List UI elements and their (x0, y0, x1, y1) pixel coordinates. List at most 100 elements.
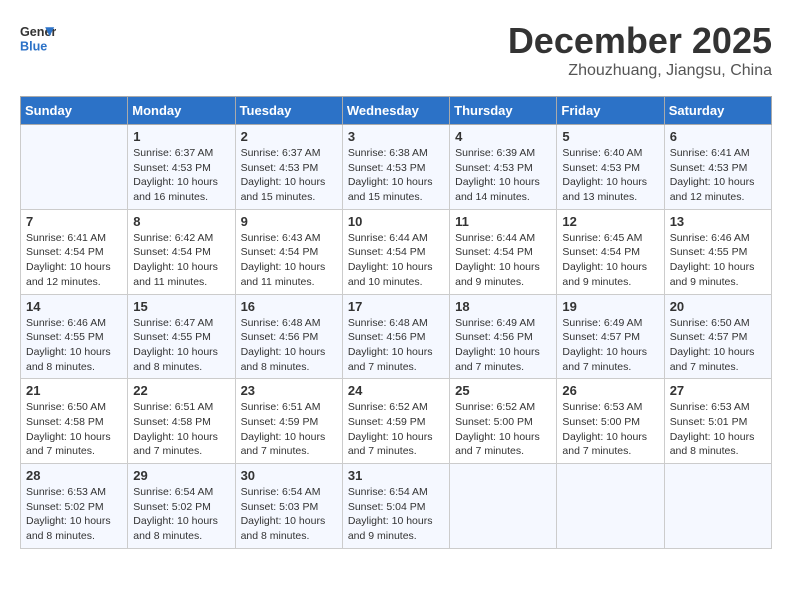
calendar-cell: 11Sunrise: 6:44 AMSunset: 4:54 PMDayligh… (450, 209, 557, 294)
weekday-header: Wednesday (342, 97, 449, 125)
day-info: Sunrise: 6:50 AMSunset: 4:58 PMDaylight:… (26, 400, 122, 459)
calendar-cell: 29 Sunrise: 6:54 AMSunset: 5:02 PMDayligh… (128, 464, 235, 549)
calendar-cell: 23 Sunrise: 6:51 AMSunset: 4:59 PMDayligh… (235, 379, 342, 464)
calendar-week-row: 21 Sunrise: 6:50 AMSunset: 4:58 PMDayligh… (21, 379, 772, 464)
day-number: 21 (26, 383, 122, 398)
calendar-cell: 7 Sunrise: 6:41 AMSunset: 4:54 PMDaylight… (21, 209, 128, 294)
day-number: 25 (455, 383, 551, 398)
calendar-cell: 19Sunrise: 6:49 AMSunset: 4:57 PMDayligh… (557, 294, 664, 379)
day-info: Sunrise: 6:53 AMSunset: 5:02 PMDaylight:… (26, 485, 122, 544)
calendar-cell: 15 Sunrise: 6:47 AMSunset: 4:55 PMDayligh… (128, 294, 235, 379)
calendar-cell: 4 Sunrise: 6:39 AMSunset: 4:53 PMDaylight… (450, 125, 557, 210)
weekday-header: Tuesday (235, 97, 342, 125)
weekday-header: Monday (128, 97, 235, 125)
month-title: December 2025 (508, 20, 772, 62)
day-info: Sunrise: 6:49 AMSunset: 4:57 PMDaylight:… (562, 316, 658, 375)
day-number: 9 (241, 214, 337, 229)
weekday-header: Friday (557, 97, 664, 125)
calendar-cell: 18 Sunrise: 6:49 AMSunset: 4:56 PMDayligh… (450, 294, 557, 379)
calendar-cell: 22 Sunrise: 6:51 AMSunset: 4:58 PMDayligh… (128, 379, 235, 464)
calendar-cell: 8 Sunrise: 6:42 AMSunset: 4:54 PMDaylight… (128, 209, 235, 294)
day-number: 1 (133, 129, 229, 144)
day-number: 4 (455, 129, 551, 144)
day-info: Sunrise: 6:47 AMSunset: 4:55 PMDaylight:… (133, 316, 229, 375)
day-number: 31 (348, 468, 444, 483)
calendar-header-row: SundayMondayTuesdayWednesdayThursdayFrid… (21, 97, 772, 125)
day-info: Sunrise: 6:38 AMSunset: 4:53 PMDaylight:… (348, 146, 444, 205)
day-number: 29 (133, 468, 229, 483)
calendar-cell: 5 Sunrise: 6:40 AMSunset: 4:53 PMDaylight… (557, 125, 664, 210)
day-number: 8 (133, 214, 229, 229)
day-number: 15 (133, 299, 229, 314)
day-info: Sunrise: 6:53 AMSunset: 5:00 PMDaylight:… (562, 400, 658, 459)
calendar-cell: 2 Sunrise: 6:37 AMSunset: 4:53 PMDaylight… (235, 125, 342, 210)
day-info: Sunrise: 6:54 AMSunset: 5:04 PMDaylight:… (348, 485, 444, 544)
day-info: Sunrise: 6:46 AMSunset: 4:55 PMDaylight:… (670, 231, 766, 290)
calendar-cell: 12Sunrise: 6:45 AMSunset: 4:54 PMDayligh… (557, 209, 664, 294)
day-info: Sunrise: 6:42 AMSunset: 4:54 PMDaylight:… (133, 231, 229, 290)
day-number: 18 (455, 299, 551, 314)
day-number: 13 (670, 214, 766, 229)
day-info: Sunrise: 6:46 AMSunset: 4:55 PMDaylight:… (26, 316, 122, 375)
day-number: 12 (562, 214, 658, 229)
day-number: 7 (26, 214, 122, 229)
calendar-cell: 16 Sunrise: 6:48 AMSunset: 4:56 PMDayligh… (235, 294, 342, 379)
day-info: Sunrise: 6:40 AMSunset: 4:53 PMDaylight:… (562, 146, 658, 205)
day-info: Sunrise: 6:41 AMSunset: 4:54 PMDaylight:… (26, 231, 122, 290)
day-number: 5 (562, 129, 658, 144)
calendar-cell: 3Sunrise: 6:38 AMSunset: 4:53 PMDaylight… (342, 125, 449, 210)
calendar-cell: 21 Sunrise: 6:50 AMSunset: 4:58 PMDayligh… (21, 379, 128, 464)
calendar-cell (450, 464, 557, 549)
page-header: General Blue December 2025 Zhouzhuang, J… (20, 20, 772, 80)
calendar-week-row: 7 Sunrise: 6:41 AMSunset: 4:54 PMDaylight… (21, 209, 772, 294)
location: Zhouzhuang, Jiangsu, China (508, 62, 772, 80)
calendar-cell: 14 Sunrise: 6:46 AMSunset: 4:55 PMDayligh… (21, 294, 128, 379)
day-number: 11 (455, 214, 551, 229)
day-info: Sunrise: 6:39 AMSunset: 4:53 PMDaylight:… (455, 146, 551, 205)
day-info: Sunrise: 6:54 AMSunset: 5:03 PMDaylight:… (241, 485, 337, 544)
calendar-cell (21, 125, 128, 210)
day-number: 14 (26, 299, 122, 314)
calendar-cell: 17Sunrise: 6:48 AMSunset: 4:56 PMDayligh… (342, 294, 449, 379)
calendar-cell: 1 Sunrise: 6:37 AMSunset: 4:53 PMDaylight… (128, 125, 235, 210)
day-info: Sunrise: 6:48 AMSunset: 4:56 PMDaylight:… (348, 316, 444, 375)
logo: General Blue (20, 20, 60, 56)
calendar-cell (664, 464, 771, 549)
weekday-header: Sunday (21, 97, 128, 125)
calendar-cell: 28 Sunrise: 6:53 AMSunset: 5:02 PMDayligh… (21, 464, 128, 549)
day-number: 26 (562, 383, 658, 398)
day-info: Sunrise: 6:44 AMSunset: 4:54 PMDaylight:… (348, 231, 444, 290)
day-number: 16 (241, 299, 337, 314)
day-number: 23 (241, 383, 337, 398)
day-info: Sunrise: 6:49 AMSunset: 4:56 PMDaylight:… (455, 316, 551, 375)
day-info: Sunrise: 6:48 AMSunset: 4:56 PMDaylight:… (241, 316, 337, 375)
weekday-header: Saturday (664, 97, 771, 125)
day-info: Sunrise: 6:37 AMSunset: 4:53 PMDaylight:… (133, 146, 229, 205)
calendar-cell: 25 Sunrise: 6:52 AMSunset: 5:00 PMDayligh… (450, 379, 557, 464)
calendar-body: 1 Sunrise: 6:37 AMSunset: 4:53 PMDaylight… (21, 125, 772, 549)
day-info: Sunrise: 6:37 AMSunset: 4:53 PMDaylight:… (241, 146, 337, 205)
day-info: Sunrise: 6:54 AMSunset: 5:02 PMDaylight:… (133, 485, 229, 544)
day-info: Sunrise: 6:52 AMSunset: 5:00 PMDaylight:… (455, 400, 551, 459)
calendar-cell (557, 464, 664, 549)
day-info: Sunrise: 6:52 AMSunset: 4:59 PMDaylight:… (348, 400, 444, 459)
calendar-cell: 30Sunrise: 6:54 AMSunset: 5:03 PMDayligh… (235, 464, 342, 549)
day-number: 27 (670, 383, 766, 398)
day-number: 10 (348, 214, 444, 229)
day-number: 22 (133, 383, 229, 398)
day-number: 6 (670, 129, 766, 144)
day-info: Sunrise: 6:50 AMSunset: 4:57 PMDaylight:… (670, 316, 766, 375)
calendar-cell: 27Sunrise: 6:53 AMSunset: 5:01 PMDayligh… (664, 379, 771, 464)
calendar-cell: 20 Sunrise: 6:50 AMSunset: 4:57 PMDayligh… (664, 294, 771, 379)
day-number: 28 (26, 468, 122, 483)
svg-text:Blue: Blue (20, 40, 47, 54)
calendar-week-row: 1 Sunrise: 6:37 AMSunset: 4:53 PMDaylight… (21, 125, 772, 210)
day-info: Sunrise: 6:51 AMSunset: 4:59 PMDaylight:… (241, 400, 337, 459)
day-number: 2 (241, 129, 337, 144)
day-number: 20 (670, 299, 766, 314)
day-info: Sunrise: 6:51 AMSunset: 4:58 PMDaylight:… (133, 400, 229, 459)
calendar-week-row: 28 Sunrise: 6:53 AMSunset: 5:02 PMDayligh… (21, 464, 772, 549)
day-info: Sunrise: 6:41 AMSunset: 4:53 PMDaylight:… (670, 146, 766, 205)
calendar-cell: 26 Sunrise: 6:53 AMSunset: 5:00 PMDayligh… (557, 379, 664, 464)
weekday-header: Thursday (450, 97, 557, 125)
